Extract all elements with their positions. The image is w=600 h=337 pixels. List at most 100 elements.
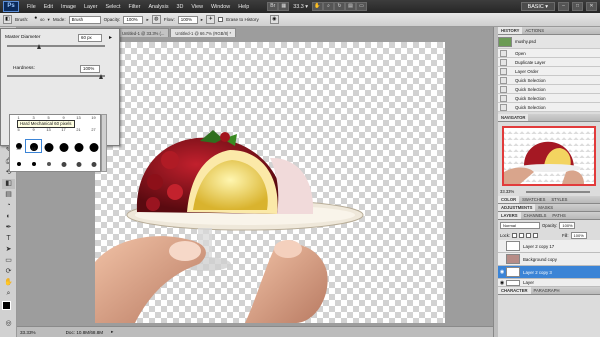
tab-navigator[interactable]: NAVIGATOR bbox=[498, 114, 529, 121]
history-step[interactable]: Quick Selection bbox=[498, 94, 600, 103]
history-step[interactable]: Layer Order bbox=[498, 67, 600, 76]
master-diameter-input[interactable]: 60 px bbox=[78, 34, 102, 42]
brush-preset[interactable]: 9 bbox=[26, 128, 41, 140]
blend-mode-select[interactable]: Normal bbox=[500, 221, 540, 229]
brush-preset[interactable]: 5 bbox=[11, 128, 26, 140]
brush-preset[interactable]: 35 bbox=[11, 140, 26, 152]
minimize-icon[interactable]: – bbox=[558, 2, 569, 11]
history-snapshot[interactable]: mushy.psd bbox=[498, 35, 600, 49]
history-brush-source[interactable] bbox=[500, 67, 507, 75]
menu-window[interactable]: Window bbox=[207, 4, 234, 10]
menu-file[interactable]: File bbox=[23, 4, 40, 10]
brush-preset[interactable]: 21 bbox=[71, 128, 86, 140]
opacity-input[interactable]: 100% bbox=[123, 15, 144, 24]
menu-view[interactable]: View bbox=[187, 4, 207, 10]
layer-opacity-input[interactable]: 100% bbox=[559, 221, 576, 229]
visibility-eye-icon[interactable]: ◉ bbox=[498, 269, 506, 275]
brush-preset[interactable] bbox=[71, 140, 86, 152]
maximize-icon[interactable]: □ bbox=[572, 2, 583, 11]
brush-preset[interactable] bbox=[56, 159, 71, 171]
layer-row[interactable]: Background copy bbox=[498, 253, 600, 266]
brush-preset[interactable] bbox=[26, 159, 41, 171]
eraser-tool-icon[interactable]: ◧ bbox=[3, 15, 12, 24]
pen-icon[interactable]: ✒ bbox=[2, 223, 15, 233]
shape-icon[interactable]: ▭ bbox=[2, 256, 15, 266]
brush-dropdown-icon[interactable]: ▾ bbox=[48, 17, 50, 23]
brush-preset[interactable] bbox=[86, 140, 101, 152]
tab-actions[interactable]: ACTIONS bbox=[522, 27, 547, 34]
brush-preset[interactable] bbox=[56, 140, 71, 152]
diameter-slider[interactable] bbox=[7, 45, 105, 47]
status-arrow-icon[interactable]: ▸ bbox=[111, 329, 113, 335]
tab-channels[interactable]: CHANNELS bbox=[521, 212, 550, 219]
brush-preset[interactable]: 17 bbox=[56, 128, 71, 140]
preset-scrollbar[interactable] bbox=[101, 114, 107, 172]
zoom-menu[interactable]: 33.3 ▾ bbox=[289, 4, 312, 10]
history-brush-source[interactable] bbox=[500, 103, 507, 111]
history-brush-source[interactable] bbox=[500, 49, 507, 57]
doc-tab-active[interactable]: Untitled-1 @ 66.7% (RGB/8) * bbox=[170, 28, 237, 37]
rotate-view-icon[interactable]: ↻ bbox=[334, 2, 345, 11]
navigator-view-box[interactable] bbox=[502, 126, 596, 186]
blur-icon[interactable]: ◔ bbox=[2, 201, 15, 211]
eraser-icon[interactable]: ◧ bbox=[2, 179, 15, 189]
history-step[interactable]: Quick Selection bbox=[498, 103, 600, 112]
tab-masks[interactable]: MASKS bbox=[535, 204, 556, 211]
lock-transparency-icon[interactable] bbox=[512, 232, 518, 238]
doc-tab[interactable]: Untitled-1 @ 33.3% (... bbox=[117, 28, 170, 37]
screen-mode-icon[interactable]: ▭ bbox=[356, 2, 367, 11]
lock-all-icon[interactable] bbox=[533, 232, 539, 238]
history-brush-source[interactable] bbox=[500, 94, 507, 102]
tab-styles[interactable]: STYLES bbox=[548, 196, 570, 203]
mode-select[interactable]: Brush bbox=[68, 15, 101, 24]
close-icon[interactable]: ✕ bbox=[586, 2, 597, 11]
arrange-docs-icon[interactable]: ▤ bbox=[345, 2, 356, 11]
workspace-switcher[interactable]: BASIC ▾ bbox=[520, 2, 555, 11]
hand-icon[interactable]: ✋ bbox=[2, 278, 15, 288]
tab-layers[interactable]: LAYERS bbox=[498, 212, 521, 219]
brush-preset[interactable]: 27 bbox=[86, 128, 101, 140]
hardness-input[interactable]: 100% bbox=[80, 65, 100, 73]
flow-input[interactable]: 100% bbox=[177, 15, 198, 24]
fill-input[interactable]: 100% bbox=[570, 231, 587, 239]
mini-bridge-icon[interactable]: ▦ bbox=[278, 2, 290, 11]
history-brush-source[interactable] bbox=[500, 85, 507, 93]
airbrush-icon[interactable]: ✈ bbox=[206, 15, 216, 24]
menu-help[interactable]: Help bbox=[234, 4, 253, 10]
brush-preset[interactable] bbox=[71, 159, 86, 171]
menu-analysis[interactable]: Analysis bbox=[144, 4, 172, 10]
history-step[interactable]: Open bbox=[498, 49, 600, 58]
hardness-slider[interactable] bbox=[7, 75, 105, 77]
menu-3d[interactable]: 3D bbox=[173, 4, 188, 10]
picker-menu-icon[interactable]: ▸ bbox=[109, 34, 112, 41]
quick-mask-icon[interactable]: ◎ bbox=[2, 319, 15, 329]
navigator-preview[interactable]: 33.33% bbox=[498, 122, 600, 196]
tab-paragraph[interactable]: PARAGRAPH bbox=[531, 287, 563, 294]
tablet-opacity-icon[interactable]: ◍ bbox=[151, 15, 161, 24]
status-zoom[interactable]: 33.33% bbox=[20, 330, 36, 335]
opacity-dropdown-icon[interactable]: ▸ bbox=[146, 17, 148, 23]
menu-select[interactable]: Select bbox=[101, 4, 124, 10]
menu-edit[interactable]: Edit bbox=[40, 4, 57, 10]
tablet-size-icon[interactable]: ◉ bbox=[269, 15, 279, 24]
tab-history[interactable]: HISTORY bbox=[498, 27, 523, 34]
tab-character[interactable]: CHARACTER bbox=[498, 287, 531, 294]
history-brush-source[interactable] bbox=[500, 76, 507, 84]
hand-tool-icon[interactable]: ✋ bbox=[312, 2, 323, 11]
brush-preset[interactable] bbox=[11, 159, 26, 171]
lock-pixels-icon[interactable] bbox=[519, 232, 525, 238]
zoom-tool-icon[interactable]: ⌕ bbox=[323, 2, 334, 11]
brush-preset[interactable]: 13 bbox=[41, 128, 56, 140]
navigator-zoom[interactable]: 33.33% bbox=[500, 189, 514, 194]
flow-dropdown-icon[interactable]: ▸ bbox=[201, 17, 203, 23]
tab-paths[interactable]: PATHS bbox=[549, 212, 568, 219]
zoom-icon[interactable]: ⌕ bbox=[2, 289, 15, 299]
dodge-icon[interactable]: ◐ bbox=[2, 212, 15, 222]
bridge-icon[interactable]: Br bbox=[267, 2, 279, 11]
tab-color[interactable]: COLOR bbox=[498, 196, 520, 203]
menu-filter[interactable]: Filter bbox=[124, 4, 144, 10]
layer-row[interactable]: ◉ Layer bbox=[498, 279, 600, 287]
visibility-eye-icon[interactable]: ◉ bbox=[498, 280, 506, 286]
layer-row[interactable]: Layer 2 copy 17 bbox=[498, 240, 600, 253]
type-icon[interactable]: T bbox=[2, 234, 15, 244]
